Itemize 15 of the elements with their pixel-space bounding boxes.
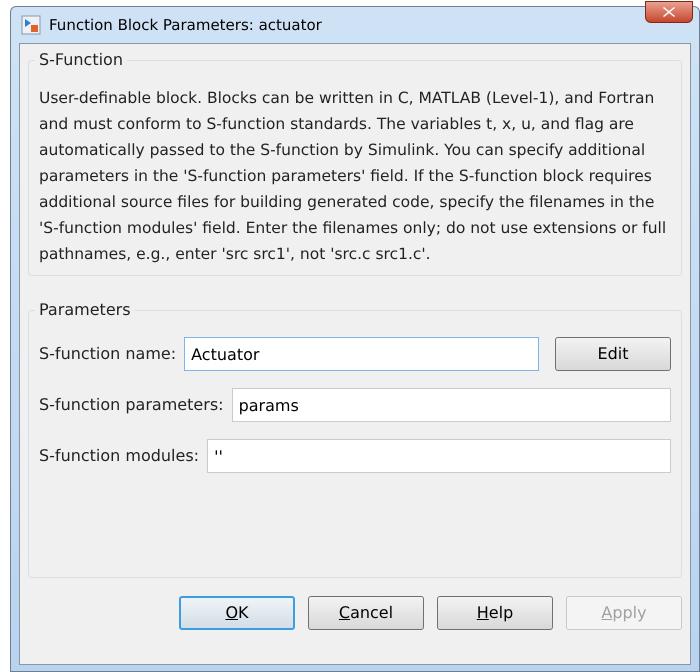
close-button[interactable] [645,1,693,23]
dialog-button[interactable]: Cancel [308,596,424,630]
input-field[interactable]: params [232,388,671,422]
input-field[interactable]: Actuator [184,337,539,371]
window-title: Function Block Parameters: actuator [49,14,322,36]
field-label: S-function parameters: [39,394,224,416]
description-text: User-definable block. Blocks can be written in C, MATLAB (Level-1), and Fortran and must conform to S-function standards. The variables t, x, u, and flag are automatically passed to the S-function by Simulink. You can specify additional parameters in the 'S-function parameters' field. If the S-function block requires additional source files for building generated code, specify the filenames in the 'S-function modules' field. Enter the filenames only; do not use extensions or full pathnames, e.g., enter 'src src1', not 'src.c src1.c'. [39,88,668,265]
dialog-button[interactable]: OK [179,596,295,630]
edit-button[interactable]: Edit [555,337,671,371]
input-field[interactable]: '' [207,439,671,473]
field-label: S-function name: [39,343,176,365]
field-label: S-function modules: [39,445,200,467]
block-icon [21,15,41,35]
dialog-button[interactable]: Help [437,596,553,630]
close-icon [663,7,675,17]
